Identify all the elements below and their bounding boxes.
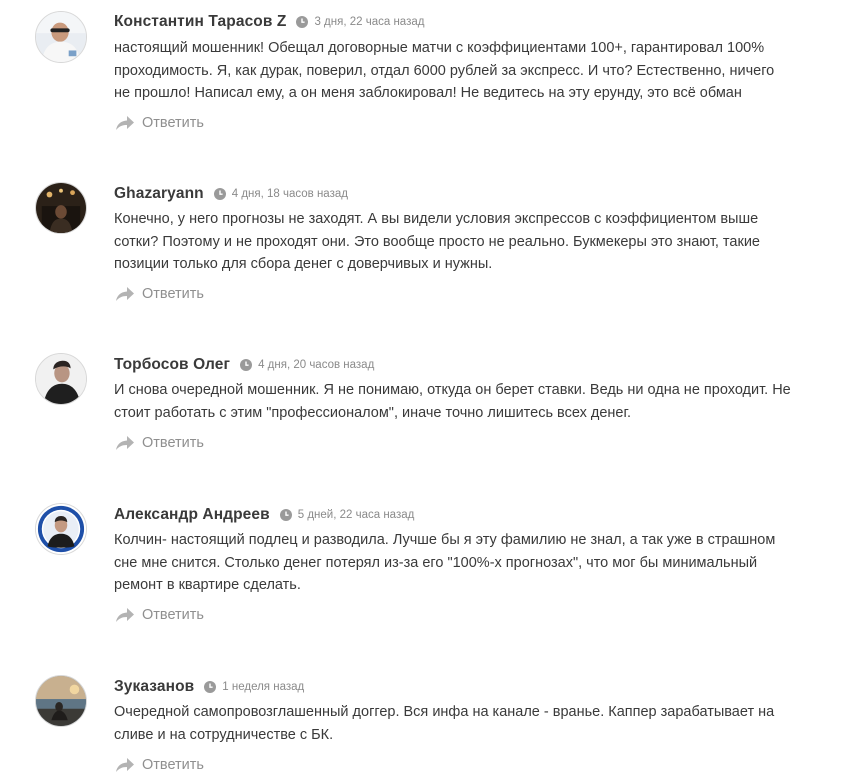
clock-icon [213, 188, 226, 200]
comment-header: Константин Тарасов Z 3 дня, 22 часа наза… [114, 12, 424, 32]
comment-date: 5 дней, 22 часа назад [297, 509, 415, 521]
reply-button[interactable]: Ответить [116, 284, 204, 304]
clock-icon [240, 359, 253, 371]
comment-header: Зуказанов 1 неделя назад [114, 677, 304, 697]
comment-header: Ghazaryann 4 дня, 18 часов назад [114, 184, 348, 204]
comment-header: Александр Андреев 5 дней, 22 часа назад [114, 505, 414, 525]
user-photo-icon [36, 504, 86, 554]
reply-label: Ответить [142, 435, 204, 451]
reply-arrow-icon [116, 608, 134, 622]
reply-arrow-icon [116, 116, 134, 130]
avatar[interactable] [35, 182, 87, 234]
comment-date: 1 неделя назад [222, 681, 305, 693]
avatar[interactable] [35, 675, 87, 727]
comment-text: И снова очередной мошенник. Я не понимаю… [114, 382, 791, 421]
reply-arrow-icon [116, 758, 134, 772]
reply-button[interactable]: Ответить [116, 433, 204, 453]
user-photo-icon [36, 12, 86, 62]
author-name[interactable]: Константин Тарасов Z [114, 13, 286, 31]
author-name[interactable]: Зуказанов [114, 678, 194, 696]
user-photo-icon [36, 676, 86, 726]
avatar[interactable] [35, 353, 87, 405]
user-photo-icon [36, 354, 86, 404]
reply-button[interactable]: Ответить [116, 755, 204, 775]
reply-label: Ответить [142, 607, 204, 623]
clock-icon [204, 681, 217, 693]
avatar[interactable] [35, 503, 87, 555]
clock-icon [296, 16, 309, 28]
clock-icon [279, 509, 292, 521]
comment-date: 4 дня, 20 часов назад [258, 359, 375, 371]
comment-date: 4 дня, 18 часов назад [231, 188, 348, 200]
reply-button[interactable]: Ответить [116, 113, 204, 133]
reply-label: Ответить [142, 115, 204, 131]
comment-date: 3 дня, 22 часа назад [314, 16, 425, 28]
reply-button[interactable]: Ответить [116, 605, 204, 625]
author-name[interactable]: Ghazaryann [114, 185, 204, 203]
comment-text: Колчин- настоящий подлец и разводила. Лу… [114, 532, 776, 593]
reply-label: Ответить [142, 757, 204, 773]
comment-text: настоящий мошенник! Обещал договорные ма… [114, 40, 775, 101]
author-name[interactable]: Александр Андреев [114, 506, 270, 524]
user-photo-icon [36, 183, 86, 233]
comment-header: Торбосов Олег 4 дня, 20 часов назад [114, 355, 374, 375]
comment-text: Конечно, у него прогнозы не заходят. А в… [114, 211, 760, 272]
comment-text: Очередной самопровозглашенный доггер. Вс… [114, 704, 775, 743]
reply-arrow-icon [116, 436, 134, 450]
author-name[interactable]: Торбосов Олег [114, 356, 230, 374]
reply-arrow-icon [116, 287, 134, 301]
reply-label: Ответить [142, 286, 204, 302]
avatar[interactable] [35, 11, 87, 63]
